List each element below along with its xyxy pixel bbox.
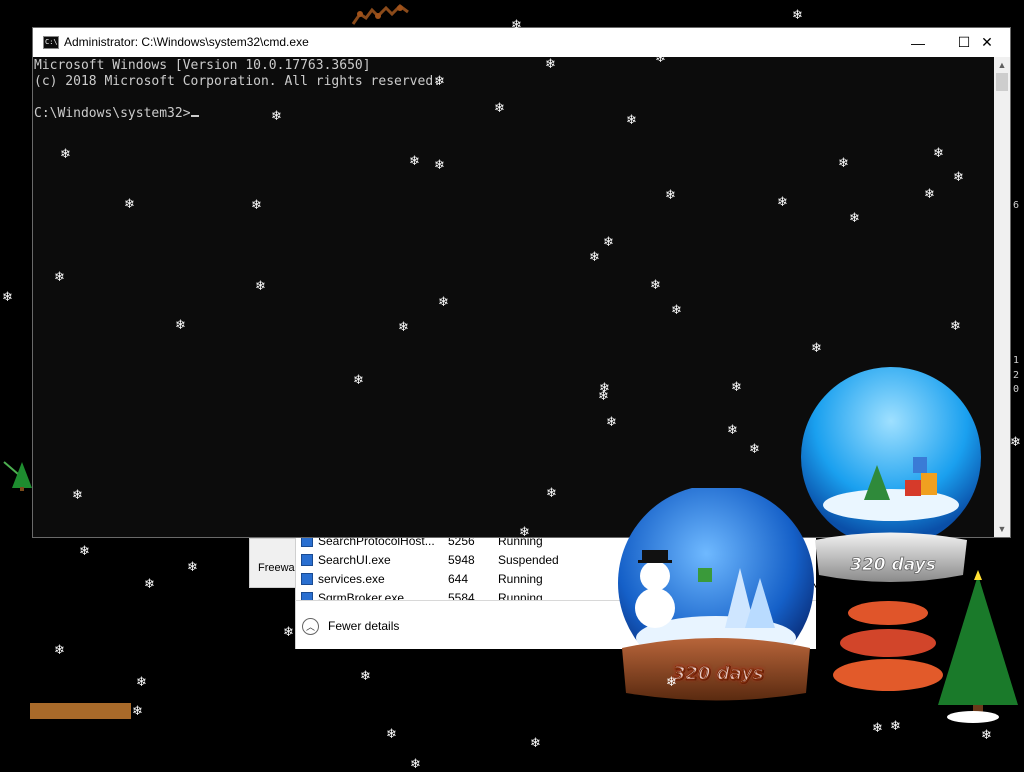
offscreen-window-fragment: 0 [1013, 384, 1020, 395]
snowflake-icon: ❄ [54, 643, 65, 658]
snowflake-icon: ❄ [494, 101, 505, 116]
snowflake-icon: ❄ [283, 625, 294, 640]
snowflake-icon: ❄ [545, 57, 556, 72]
christmas-decoration [833, 570, 1018, 723]
process-status: Suspended [498, 553, 559, 567]
console-line: Microsoft Windows [Version 10.0.17763.36… [34, 58, 371, 73]
process-status: Running [498, 591, 543, 600]
process-name: SearchUI.exe [318, 553, 391, 567]
snowflake-icon: ❄ [981, 728, 992, 743]
snowflake-icon: ❄ [187, 560, 198, 575]
snowflake-icon: ❄ [933, 146, 944, 161]
snowflake-icon: ❄ [650, 278, 661, 293]
snowflake-icon: ❄ [598, 389, 609, 404]
task-manager-fragment-label: Freewar [258, 562, 299, 574]
snowflake-icon: ❄ [175, 318, 186, 333]
snowflake-icon: ❄ [838, 156, 849, 171]
prompt-text: C:\Windows\system32> [34, 106, 191, 121]
snowflake-icon: ❄ [603, 235, 614, 250]
snowflake-icon: ❄ [1010, 435, 1021, 450]
fewer-details-button[interactable]: ︿ Fewer details [302, 615, 399, 637]
offscreen-window-fragment: 2 [1013, 370, 1020, 381]
snowflake-icon: ❄ [79, 544, 90, 559]
taskbar-fragment [30, 703, 131, 719]
vertical-scrollbar[interactable]: ▲ ▼ [994, 57, 1010, 537]
scroll-down-icon[interactable]: ▼ [994, 521, 1010, 537]
snowflake-icon: ❄ [530, 736, 541, 751]
fewer-details-label: Fewer details [328, 619, 400, 633]
snowflake-icon: ❄ [132, 704, 143, 719]
snowflake-icon: ❄ [792, 8, 803, 23]
snowflake-icon: ❄ [360, 669, 371, 684]
text-cursor [190, 115, 199, 117]
snowflake-icon: ❄ [386, 727, 397, 742]
snowflake-icon: ❄ [671, 303, 682, 318]
snowflake-icon: ❄ [438, 295, 449, 310]
process-icon [301, 554, 313, 566]
snowflake-icon: ❄ [124, 197, 135, 212]
snowflake-icon: ❄ [255, 279, 266, 294]
snowflake-icon: ❄ [2, 290, 13, 305]
chevron-up-icon: ︿ [302, 617, 319, 635]
reindeer-decoration [351, 4, 409, 25]
snowflake-icon: ❄ [953, 170, 964, 185]
snowflake-icon: ❄ [872, 721, 883, 736]
snowflake-icon: ❄ [434, 74, 445, 89]
snow-globe-gadget-large[interactable]: 320 days [795, 365, 995, 590]
snowflake-icon: ❄ [136, 675, 147, 690]
snowflake-icon: ❄ [409, 154, 420, 169]
snowflake-icon: ❄ [589, 250, 600, 265]
process-icon [301, 573, 313, 585]
process-pid: 5584 [448, 591, 475, 600]
snowflake-icon: ❄ [665, 188, 676, 203]
snowflake-icon: ❄ [271, 109, 282, 124]
snowflake-icon: ❄ [606, 415, 617, 430]
console-line: (c) 2018 Microsoft Corporation. All righ… [34, 74, 441, 89]
snowflake-icon: ❄ [666, 675, 677, 690]
offscreen-window-fragment: 1 [1013, 355, 1020, 366]
process-name: services.exe [318, 572, 385, 586]
snowflake-icon: ❄ [519, 525, 530, 540]
snowflake-icon: ❄ [924, 187, 935, 202]
snowflake-icon: ❄ [410, 757, 421, 772]
minimize-icon: — [911, 34, 925, 51]
snowflake-icon: ❄ [749, 442, 760, 457]
close-button[interactable]: ✕ [964, 28, 1010, 57]
process-pid: 5948 [448, 553, 475, 567]
scroll-thumb[interactable] [996, 73, 1008, 91]
snowflake-icon: ❄ [777, 195, 788, 210]
snowflake-icon: ❄ [353, 373, 364, 388]
process-pid: 644 [448, 572, 469, 586]
snowflake-icon: ❄ [731, 380, 742, 395]
snow-globe-gadget-small[interactable]: 320 days [610, 488, 825, 703]
snowflake-icon: ❄ [890, 719, 901, 734]
snowflake-icon: ❄ [434, 158, 445, 173]
snowflake-icon: ❄ [950, 319, 961, 334]
snowflake-icon: ❄ [546, 486, 557, 501]
snowflake-icon: ❄ [144, 577, 155, 592]
snowflake-icon: ❄ [54, 270, 65, 285]
snowflake-icon: ❄ [398, 320, 409, 335]
window-title: Administrator: C:\Windows\system32\cmd.e… [64, 35, 309, 49]
days-counter-label: 320 days [673, 663, 764, 684]
process-name: SgrmBroker.exe [318, 591, 405, 600]
snowflake-icon: ❄ [60, 147, 71, 162]
snowflake-icon: ❄ [849, 211, 860, 226]
offscreen-window-fragment: 6 [1013, 200, 1020, 211]
minimize-button[interactable]: — [895, 28, 941, 57]
close-icon: ✕ [981, 34, 993, 50]
cmd-app-icon[interactable]: C:\ [43, 36, 59, 49]
console-prompt[interactable]: C:\Windows\system32> [34, 106, 199, 122]
snowflake-icon: ❄ [727, 423, 738, 438]
christmas-tree-icon [3, 461, 32, 491]
snowflake-icon: ❄ [511, 18, 522, 33]
process-icon [301, 592, 313, 600]
snowflake-icon: ❄ [811, 341, 822, 356]
snowflake-icon: ❄ [655, 51, 666, 66]
snowflake-icon: ❄ [72, 488, 83, 503]
snowflake-icon: ❄ [251, 198, 262, 213]
scroll-up-icon[interactable]: ▲ [994, 57, 1010, 73]
process-status: Running [498, 572, 543, 586]
snowflake-icon: ❄ [626, 113, 637, 128]
